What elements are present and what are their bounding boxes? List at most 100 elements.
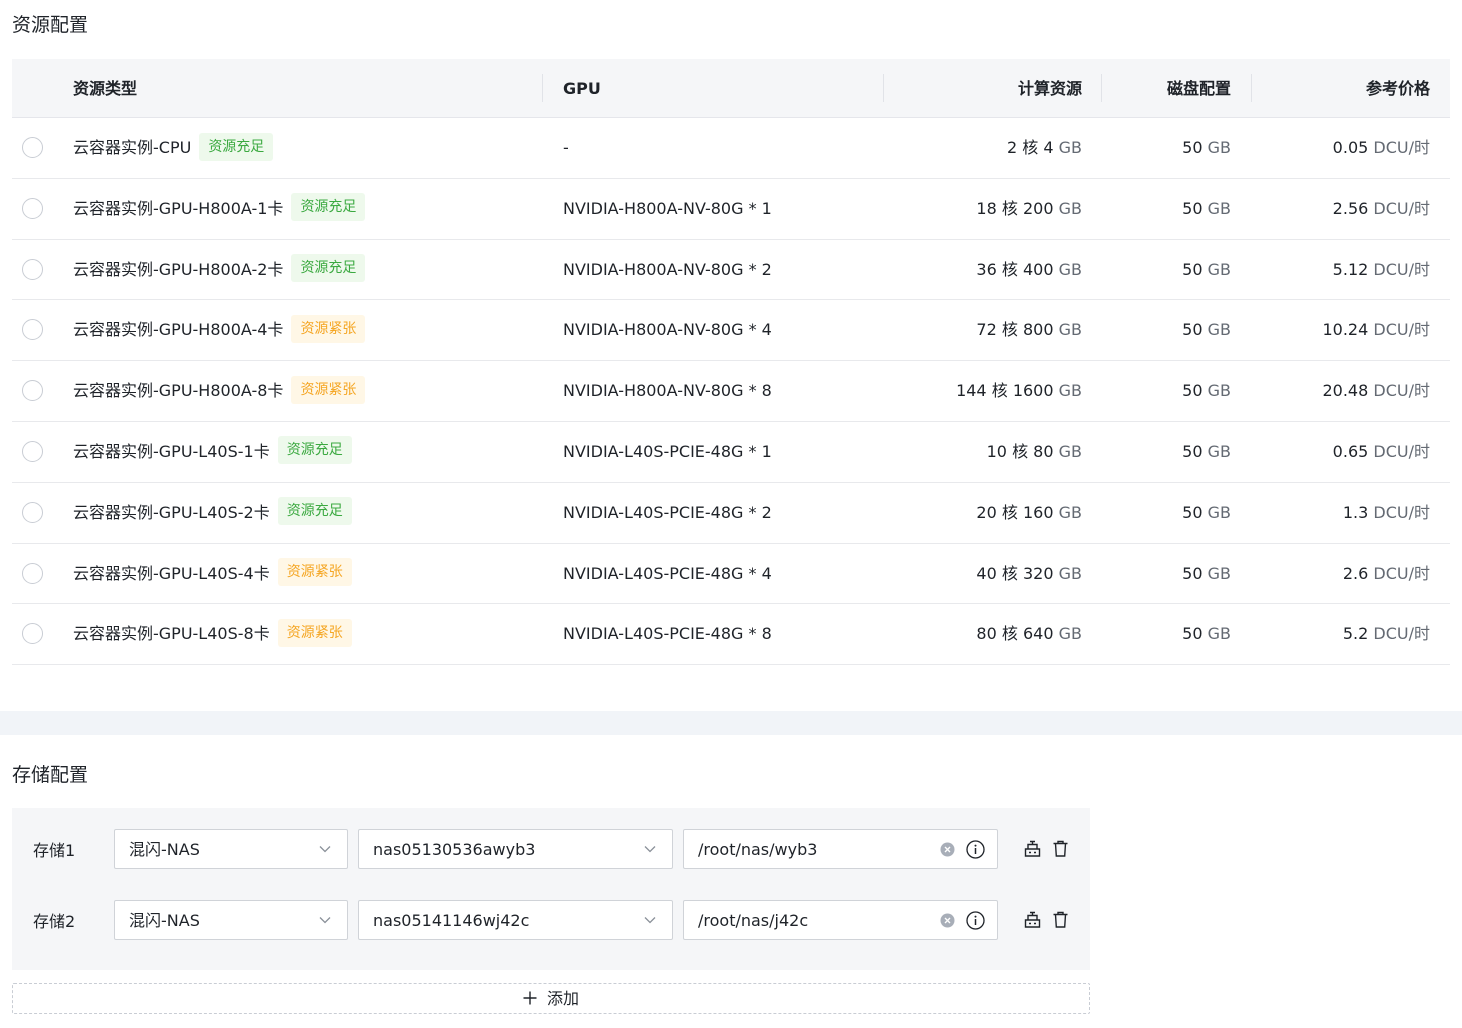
cpu-cores: 10 <box>986 441 1007 461</box>
nas-instance-select[interactable]: nas05141146wj42c <box>358 900 673 940</box>
trash-icon[interactable] <box>1051 910 1070 929</box>
row-radio-button[interactable] <box>22 258 43 280</box>
price-unit: DCU/时 <box>1373 563 1430 583</box>
add-storage-button[interactable]: 添加 <box>12 983 1090 1014</box>
disk-cell: 50 GB <box>1182 544 1231 604</box>
row-radio-button[interactable] <box>22 440 43 462</box>
memory-unit: GB <box>1058 502 1082 522</box>
table-row[interactable]: 云容器实例-CPU 资源充足 -2 核 4 GB 50 GB 0.05 DCU/时 <box>12 118 1450 179</box>
row-radio-button[interactable] <box>22 380 43 402</box>
memory-unit: GB <box>1058 381 1082 401</box>
resource-table: 资源类型 GPU 计算资源 磁盘配置 参考价格 云容器实例-CPU 资源充足 - 2 … <box>12 59 1450 666</box>
table-row[interactable]: 云容器实例-GPU-H800A-8卡 资源紧张 NVIDIA-H800A-NV-80… <box>12 361 1450 422</box>
mount-path-input[interactable] <box>698 830 928 868</box>
price-value: 5.12 <box>1332 259 1369 279</box>
resource-type-cell: 云容器实例-GPU-L40S-4卡 资源紧张 <box>73 544 352 604</box>
header-gpu: GPU <box>563 79 601 98</box>
memory-unit: GB <box>1058 259 1082 279</box>
storage-type-select[interactable]: 混闪-NAS <box>114 900 348 940</box>
table-row[interactable]: 云容器实例-GPU-H800A-2卡 资源充足 NVIDIA-H800A-NV-80… <box>12 240 1450 301</box>
table-row[interactable]: 云容器实例-GPU-H800A-4卡 资源紧张 NVIDIA-H800A-NV-80… <box>12 300 1450 362</box>
row-radio-button[interactable] <box>22 137 43 158</box>
memory-value: 200 <box>1022 198 1054 218</box>
price-unit: DCU/时 <box>1373 320 1430 340</box>
clear-icon[interactable] <box>940 913 955 928</box>
compute-cell: 18 核 200 GB <box>976 179 1082 239</box>
resource-type-cell: 云容器实例-GPU-H800A-2卡 资源充足 <box>73 240 366 300</box>
disk-unit: GB <box>1207 381 1231 401</box>
price-cell: 2.56 DCU/时 <box>1333 179 1430 239</box>
disk-value: 50 <box>1182 198 1203 218</box>
gpu-cell: NVIDIA-H800A-NV-80G * 4 <box>563 320 772 340</box>
resource-status-badge: 资源紧张 <box>277 618 352 647</box>
storage-row: 存储2 混闪-NAS nas05141146wj42c <box>12 900 1090 940</box>
row-radio-button[interactable] <box>22 197 43 219</box>
mount-icon[interactable] <box>1023 839 1042 858</box>
compute-cell: 2 核 4 GB <box>1007 118 1082 178</box>
disk-value: 50 <box>1182 259 1203 279</box>
cpu-cores: 18 <box>976 198 997 218</box>
table-row[interactable]: 云容器实例-GPU-H800A-1卡 资源充足 NVIDIA-H800A-NV-80… <box>12 179 1450 240</box>
row-radio-button[interactable] <box>22 623 43 645</box>
table-row[interactable]: 云容器实例-GPU-L40S-8卡 资源紧张 NVIDIA-L40S-PCIE-48… <box>12 604 1450 666</box>
row-radio-button[interactable] <box>22 319 43 341</box>
table-row[interactable]: 云容器实例-GPU-L40S-2卡 资源充足 NVIDIA-L40S-PCIE-48… <box>12 483 1450 544</box>
price-value: 5.2 <box>1342 624 1369 644</box>
row-radio-button[interactable] <box>22 501 43 523</box>
memory-value: 4 <box>1043 138 1054 157</box>
cpu-cores: 40 <box>976 563 997 583</box>
disk-value: 50 <box>1182 381 1203 401</box>
mount-icon[interactable] <box>1023 910 1042 929</box>
memory-value: 800 <box>1022 320 1054 340</box>
info-icon[interactable] <box>966 840 985 859</box>
resource-section-title: 资源配置 <box>12 14 89 36</box>
cpu-cores: 72 <box>976 320 997 340</box>
resource-status-badge: 资源紧张 <box>277 558 352 587</box>
disk-cell: 50 GB <box>1182 361 1231 421</box>
cpu-core-unit: 核 <box>1001 320 1018 340</box>
header-separator <box>542 74 543 102</box>
memory-value: 640 <box>1022 624 1054 644</box>
price-cell: 5.12 DCU/时 <box>1333 240 1430 300</box>
resource-name: 云容器实例-GPU-L40S-2卡 <box>73 502 270 522</box>
price-value: 1.3 <box>1342 502 1369 522</box>
gpu-cell: - <box>563 138 569 157</box>
disk-unit: GB <box>1207 259 1231 279</box>
resource-name: 云容器实例-GPU-H800A-8卡 <box>73 381 284 401</box>
mount-path-input[interactable] <box>698 901 928 939</box>
storage-label: 存储2 <box>33 912 76 931</box>
row-radio-button[interactable] <box>22 562 43 584</box>
disk-unit: GB <box>1207 441 1231 461</box>
cpu-core-unit: 核 <box>1001 198 1018 218</box>
chevron-down-icon <box>644 917 656 924</box>
resource-name: 云容器实例-CPU <box>73 138 192 157</box>
chevron-down-icon <box>319 846 331 853</box>
table-row[interactable]: 云容器实例-GPU-L40S-1卡 资源充足 NVIDIA-L40S-PCIE-48… <box>12 422 1450 483</box>
clear-icon[interactable] <box>940 842 955 857</box>
resource-status-badge: 资源紧张 <box>291 375 366 404</box>
section-divider <box>0 711 1462 735</box>
nas-instance-select[interactable]: nas05130536awyb3 <box>358 829 673 869</box>
nas-instance-value: nas05130536awyb3 <box>373 840 536 859</box>
price-value: 0.65 <box>1332 441 1369 461</box>
compute-cell: 10 核 80 GB <box>987 422 1082 482</box>
price-unit: DCU/时 <box>1373 624 1430 644</box>
storage-panel: 存储1 混闪-NAS nas05130536awyb3 存储2 混闪-NAS nas051… <box>12 808 1090 970</box>
info-icon[interactable] <box>966 911 985 930</box>
trash-icon[interactable] <box>1051 839 1070 858</box>
storage-type-select[interactable]: 混闪-NAS <box>114 829 348 869</box>
price-cell: 0.05 DCU/时 <box>1333 118 1430 178</box>
table-body: 云容器实例-CPU 资源充足 -2 核 4 GB 50 GB 0.05 DCU/时 云容器… <box>12 118 1450 666</box>
disk-value: 50 <box>1182 138 1203 157</box>
header-price: 参考价格 <box>1365 79 1430 98</box>
cpu-cores: 80 <box>976 624 997 644</box>
price-unit: DCU/时 <box>1373 441 1430 461</box>
disk-value: 50 <box>1182 502 1203 522</box>
resource-name: 云容器实例-GPU-H800A-2卡 <box>73 259 284 279</box>
compute-cell: 36 核 400 GB <box>976 240 1082 300</box>
memory-unit: GB <box>1058 441 1082 461</box>
nas-instance-value: nas05141146wj42c <box>373 911 530 930</box>
table-row[interactable]: 云容器实例-GPU-L40S-4卡 资源紧张 NVIDIA-L40S-PCIE-48… <box>12 544 1450 605</box>
cpu-core-unit: 核 <box>1001 624 1018 644</box>
compute-cell: 72 核 800 GB <box>976 300 1082 360</box>
